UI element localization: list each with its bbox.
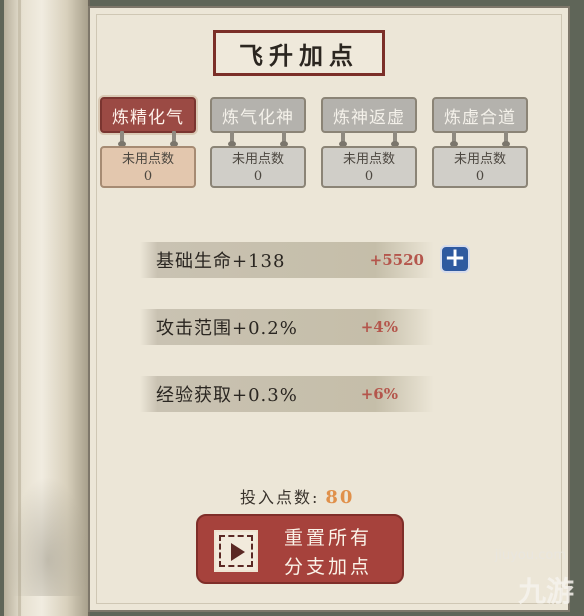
unspent-points-value: 0 xyxy=(143,169,153,184)
unspent-points-box: 未用点数 0 xyxy=(432,146,528,188)
unspent-points-label: 未用点数 xyxy=(342,152,395,167)
stat-bonus: +5520 xyxy=(369,251,424,269)
unspent-points-box: 未用点数 0 xyxy=(321,146,417,188)
watermark: jiuyou.com 九游 xyxy=(424,540,584,616)
plus-icon: + xyxy=(444,243,466,273)
unspent-points-label: 未用点数 xyxy=(453,152,506,167)
branch-tab-1[interactable]: 炼精化气 xyxy=(100,97,196,133)
hanging-pins xyxy=(210,131,306,147)
unspent-points-label: 未用点数 xyxy=(121,152,174,167)
scroll-roller xyxy=(4,0,90,616)
watermark-site: jiuyou.com xyxy=(494,548,566,563)
invested-points-value: 80 xyxy=(325,487,355,508)
stat-bonus: +4% xyxy=(360,318,398,336)
hanging-pins xyxy=(100,131,196,147)
unspent-points-box: 未用点数 0 xyxy=(210,146,306,188)
stat-bonus: +6% xyxy=(360,385,398,403)
branch-tab-3[interactable]: 炼神返虚 xyxy=(321,97,417,133)
stat-row-hp: 基础生命+138 +5520 xyxy=(140,242,434,278)
branch-tab-2[interactable]: 炼气化神 xyxy=(210,97,306,133)
watermark-logo: 九游 xyxy=(517,575,574,608)
film-play-icon xyxy=(214,530,258,572)
stat-name: 攻击范围+0.2% xyxy=(156,318,298,339)
unspent-points-label: 未用点数 xyxy=(231,152,284,167)
mountain-mist-decoration xyxy=(8,476,88,596)
unspent-points-value: 0 xyxy=(475,169,485,184)
hanging-pins xyxy=(432,131,528,147)
reset-all-branches-button[interactable]: 重置所有 分支加点 xyxy=(196,514,404,584)
plus-button[interactable]: + xyxy=(440,245,470,273)
branch-tab-4[interactable]: 炼虚合道 xyxy=(432,97,528,133)
page-title: 飞升加点 xyxy=(213,30,385,76)
stat-row-exp: 经验获取+0.3% +6% xyxy=(140,376,434,412)
hanging-pins xyxy=(321,131,417,147)
stat-row-range: 攻击范围+0.2% +4% xyxy=(140,309,434,345)
invested-points-label: 投入点数: xyxy=(240,488,320,507)
unspent-points-value: 0 xyxy=(364,169,374,184)
reset-button-line1: 重置所有 xyxy=(284,527,373,549)
invested-points: 投入点数: 80 xyxy=(240,484,354,508)
unspent-points-box: 未用点数 0 xyxy=(100,146,196,188)
reset-button-line2: 分支加点 xyxy=(284,556,373,578)
stat-name: 基础生命+138 xyxy=(156,251,286,272)
stat-name: 经验获取+0.3% xyxy=(156,385,298,406)
unspent-points-value: 0 xyxy=(253,169,263,184)
